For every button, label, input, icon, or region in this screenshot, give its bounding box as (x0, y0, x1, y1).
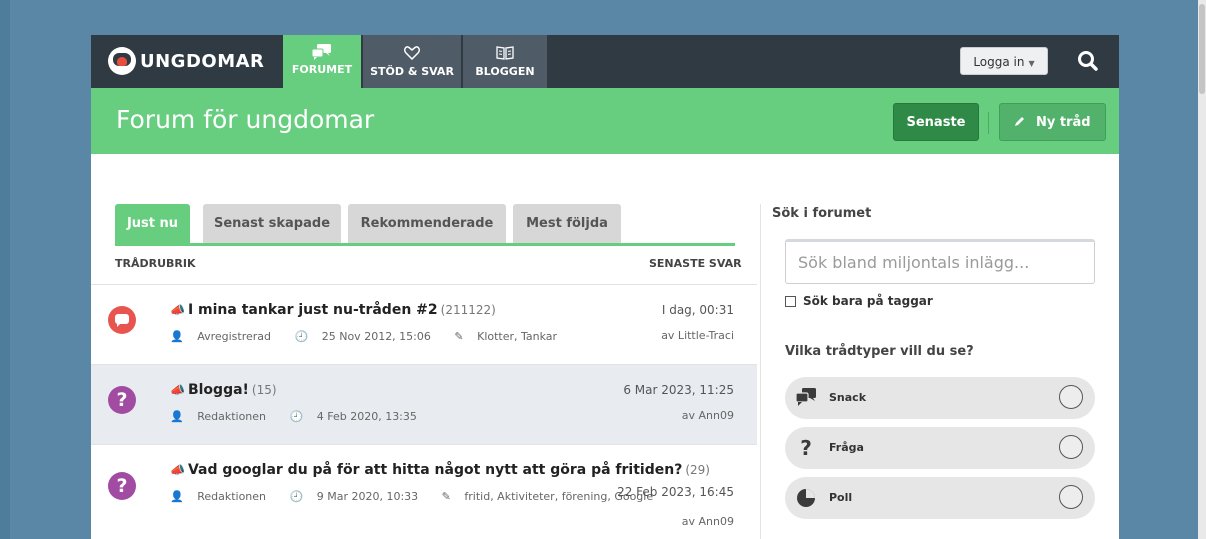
thread-type-fraga[interactable]: ? Fråga (785, 427, 1095, 469)
thread-created: 9 Mar 2020, 10:33 (316, 490, 419, 503)
thread-title-text[interactable]: I mina tankar just nu-tråden #2 (188, 302, 438, 318)
nav-tab-label: BLOGGEN (475, 65, 535, 78)
thread-type-snack[interactable]: Snack (785, 377, 1095, 419)
thread-author[interactable]: Redaktionen (197, 490, 266, 503)
user-icon: 👤 (170, 410, 184, 423)
forum-search-input[interactable] (785, 239, 1095, 284)
thread-meta: 👤 Avregistrerad 🕘 25 Nov 2012, 15:06 ✎ K… (170, 330, 577, 343)
clock-icon: 🕘 (289, 410, 304, 423)
thread-title[interactable]: 📣 Blogga! (15) (170, 382, 277, 398)
megaphone-icon: 📣 (170, 463, 185, 477)
last-reply-author[interactable]: av Ann09 (682, 515, 734, 528)
search-icon[interactable] (1073, 47, 1103, 75)
tags-only-label[interactable]: Sök bara på taggar (803, 294, 933, 308)
forum-header: Forum för ungdomar Senaste Ny tråd (91, 88, 1119, 154)
thread-tabs: Just nu Senast skapade Rekommenderade Me… (115, 204, 735, 246)
last-reply-date[interactable]: I dag, 00:31 (662, 303, 734, 317)
table-row[interactable]: ? 📣 Blogga! (15) 👤 Redaktionen 🕘 4 Feb 202… (91, 364, 757, 445)
thread-tags[interactable]: Klotter, Tankar (477, 330, 557, 343)
tab-just-nu[interactable]: Just nu (115, 204, 190, 243)
thread-type-poll[interactable]: Poll (785, 477, 1095, 519)
nav-tab-stod-svar[interactable]: STÖD & SVAR (363, 35, 461, 88)
thread-created: 4 Feb 2020, 13:35 (316, 410, 417, 423)
search-heading: Sök i forumet (772, 206, 872, 221)
table-row[interactable]: ? 📣 Vad googlar du på för att hitta något… (91, 444, 757, 528)
thread-types-heading: Vilka trådtyper vill du se? (785, 344, 974, 359)
thread-type-radio[interactable] (1059, 485, 1083, 509)
column-header-latest-reply: SENASTE SVAR (649, 257, 742, 270)
scrollbar[interactable] (1198, 0, 1206, 539)
tab-rekommenderade[interactable]: Rekommenderade (348, 204, 506, 243)
new-thread-label: Ny tråd (1035, 115, 1091, 130)
tags-only-option[interactable]: Sök bara på taggar (785, 294, 933, 308)
chat-bubbles-icon (795, 387, 817, 409)
thread-title-text[interactable]: Vad googlar du på för att hitta något ny… (188, 462, 682, 478)
thread-author[interactable]: Avregistrerad (197, 330, 271, 343)
user-icon: 👤 (170, 490, 184, 503)
reply-count: (211122) (440, 303, 496, 317)
divider (988, 112, 989, 134)
book-icon (463, 46, 547, 62)
question-icon: ? (108, 472, 136, 500)
thread-title[interactable]: 📣 Vad googlar du på för att hitta något n… (170, 462, 710, 478)
heart-icon (363, 46, 461, 62)
thread-type-label: Snack (829, 391, 867, 404)
user-icon: 👤 (170, 330, 184, 343)
question-icon: ? (800, 436, 812, 460)
thread-title[interactable]: 📣 I mina tankar just nu-tråden #2 (211122) (170, 302, 496, 318)
nav-tab-label: FORUMET (291, 63, 353, 76)
latest-button[interactable]: Senaste (893, 103, 979, 141)
thread-type-label: Fråga (829, 441, 864, 454)
thread-type-radio[interactable] (1059, 385, 1083, 409)
chat-bubbles-icon (283, 44, 361, 60)
reply-count: (29) (685, 463, 710, 477)
table-row[interactable]: 📣 I mina tankar just nu-tråden #2 (211122)… (91, 284, 757, 365)
page-title: Forum för ungdomar (116, 105, 375, 134)
reply-count: (15) (251, 383, 277, 397)
caret-down-icon: ▼ (1028, 59, 1035, 68)
thread-created: 25 Nov 2012, 15:06 (321, 330, 431, 343)
site-logo[interactable]: UNGDOMAR (108, 46, 264, 76)
tags-only-checkbox[interactable] (785, 295, 796, 307)
nav-tab-label: STÖD & SVAR (370, 65, 454, 78)
site-container: UNGDOMAR FORUMET STÖD & SVAR BLOGGEN Log… (91, 35, 1119, 539)
last-reply-date[interactable]: 22 Feb 2023, 16:45 (617, 485, 734, 499)
column-header-topic: TRÅDRUBRIK (115, 257, 196, 270)
thread-author[interactable]: Redaktionen (197, 410, 266, 423)
last-reply-author[interactable]: av Little-Traci (661, 329, 734, 342)
clock-icon: 🕘 (294, 330, 309, 343)
logo-icon (108, 47, 136, 75)
megaphone-icon: 📣 (170, 303, 185, 317)
megaphone-icon: 📣 (170, 383, 185, 397)
clock-icon: 🕘 (289, 490, 304, 503)
tag-icon: ✎ (441, 490, 451, 503)
tag-icon: ✎ (454, 330, 464, 343)
pencil-icon (1014, 115, 1036, 130)
last-reply-date[interactable]: 6 Mar 2023, 11:25 (623, 383, 734, 397)
thread-meta: 👤 Redaktionen 🕘 9 Mar 2020, 10:33 ✎ frit… (170, 490, 673, 503)
page-edge (0, 0, 10, 539)
pie-chart-icon (795, 487, 817, 509)
sidebar-divider (760, 204, 761, 539)
login-label: Logga in (973, 55, 1025, 69)
chat-bubble-icon (108, 306, 136, 334)
last-reply-author[interactable]: av Ann09 (682, 409, 734, 422)
thread-title-text[interactable]: Blogga! (188, 382, 249, 398)
scrollbar-thumb[interactable] (1199, 4, 1205, 94)
thread-meta: 👤 Redaktionen 🕘 4 Feb 2020, 13:35 (170, 410, 437, 423)
thread-type-label: Poll (829, 491, 853, 504)
nav-tab-bloggen[interactable]: BLOGGEN (463, 35, 547, 88)
new-thread-button[interactable]: Ny tråd (999, 103, 1106, 141)
top-navbar: UNGDOMAR FORUMET STÖD & SVAR BLOGGEN Log… (91, 35, 1119, 88)
thread-type-radio[interactable] (1059, 435, 1083, 459)
logo-text: UNGDOMAR (140, 50, 265, 72)
tab-senast-skapade[interactable]: Senast skapade (203, 204, 341, 243)
login-button[interactable]: Logga in ▼ (960, 47, 1048, 75)
nav-tab-forumet[interactable]: FORUMET (283, 35, 361, 88)
tab-mest-foljda[interactable]: Mest följda (513, 204, 621, 243)
question-icon: ? (108, 386, 136, 414)
